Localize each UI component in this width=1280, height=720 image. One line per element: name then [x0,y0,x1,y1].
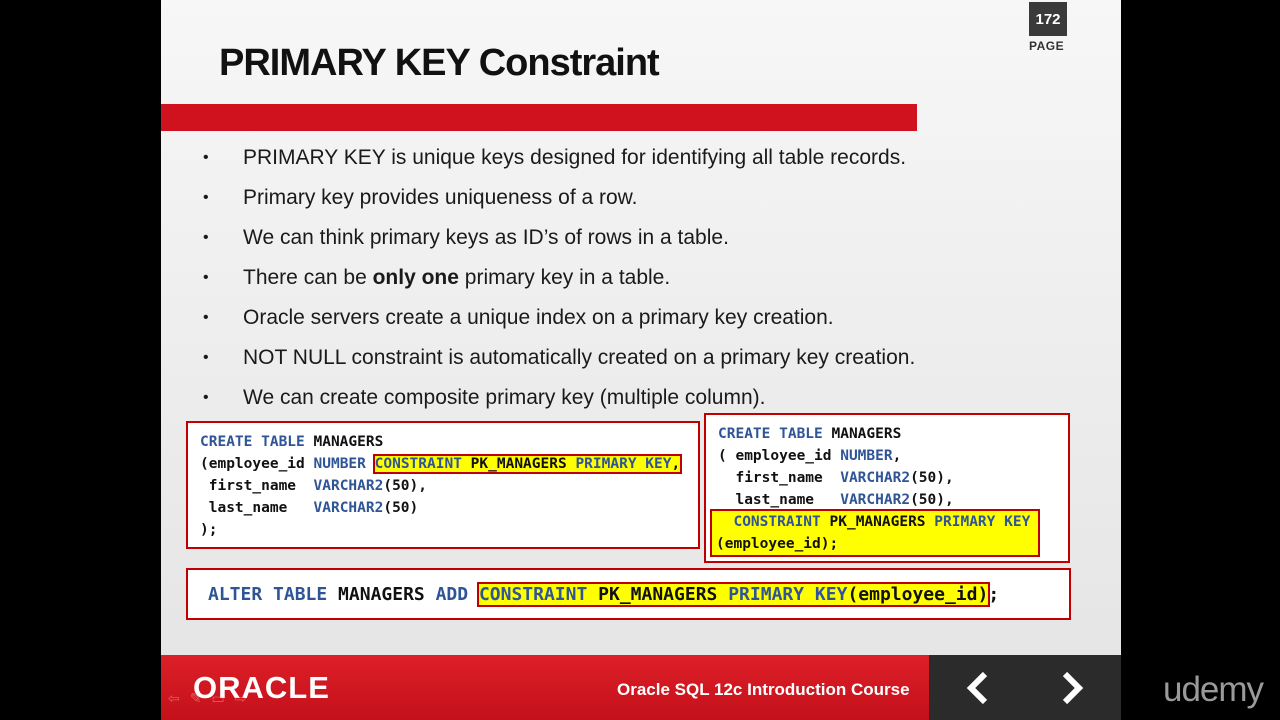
bullet-item: • Primary key provides uniqueness of a ro… [203,180,1083,220]
bullet-dot: • [203,269,209,286]
forward-arrow-icon[interactable]: ⇨ [235,690,247,707]
constraint-highlight: CONSTRAINT PK_MANAGERS PRIMARY KEY(emplo… [476,582,991,607]
previous-slide-button[interactable] [953,663,1003,713]
page-number: 172 [1029,2,1067,36]
code-block: CREATE TABLE MANAGERS ( employee_id NUMB… [710,423,1056,557]
slide-navigation [929,655,1121,720]
slides-icon[interactable]: ▭ [211,690,224,707]
bullet-item: • Oracle servers create a unique index on… [203,300,1083,340]
slide: 172 PAGE PRIMARY KEY Constraint • PRIMARY… [161,0,1121,720]
bullet-item: • There can be only one primary key in a … [203,260,1083,300]
player-controls: ⇦ ✎ ▭ ⇨ [168,690,246,707]
constraint-highlight: CONSTRAINT PK_MANAGERS PRIMARY KEY, [372,454,683,474]
bullet-item: • NOT NULL constraint is automatically cr… [203,340,1083,380]
bullet-dot: • [203,389,209,406]
bullet-dot: • [203,229,209,246]
title-underline-bar [161,104,917,131]
chevron-left-icon [966,671,988,705]
udemy-watermark: udemy [1163,670,1264,709]
pen-icon[interactable]: ✎ [190,690,202,707]
constraint-highlight: CONSTRAINT PK_MANAGERS PRIMARY KEY (empl… [710,509,1040,557]
bullet-dot: • [203,149,209,166]
bullet-item: • We can think primary keys as ID’s of ro… [203,220,1083,260]
code-box-inline-constraint: CREATE TABLE MANAGERS (employee_id NUMBE… [186,421,700,549]
next-slide-button[interactable] [1047,663,1097,713]
code-box-table-constraint: CREATE TABLE MANAGERS ( employee_id NUMB… [704,413,1070,563]
bullet-list: • PRIMARY KEY is unique keys designed for… [203,140,1083,420]
bullet-item: • PRIMARY KEY is unique keys designed for… [203,140,1083,180]
chevron-right-icon [1062,671,1084,705]
bullet-dot: • [203,349,209,366]
code-block: ALTER TABLE MANAGERS ADD CONSTRAINT PK_M… [208,582,1000,607]
bullet-dot: • [203,309,209,326]
course-name: Oracle SQL 12c Introduction Course [617,680,910,699]
slide-footer: ORACLE Oracle SQL 12c Introduction Cours… [161,655,1121,720]
page-label: PAGE [1029,39,1065,53]
bullet-dot: • [203,189,209,206]
code-block: CREATE TABLE MANAGERS (employee_id NUMBE… [200,434,683,538]
code-box-alter-table: ALTER TABLE MANAGERS ADD CONSTRAINT PK_M… [186,568,1071,620]
slide-title: PRIMARY KEY Constraint [219,42,660,84]
back-arrow-icon[interactable]: ⇦ [168,690,180,707]
